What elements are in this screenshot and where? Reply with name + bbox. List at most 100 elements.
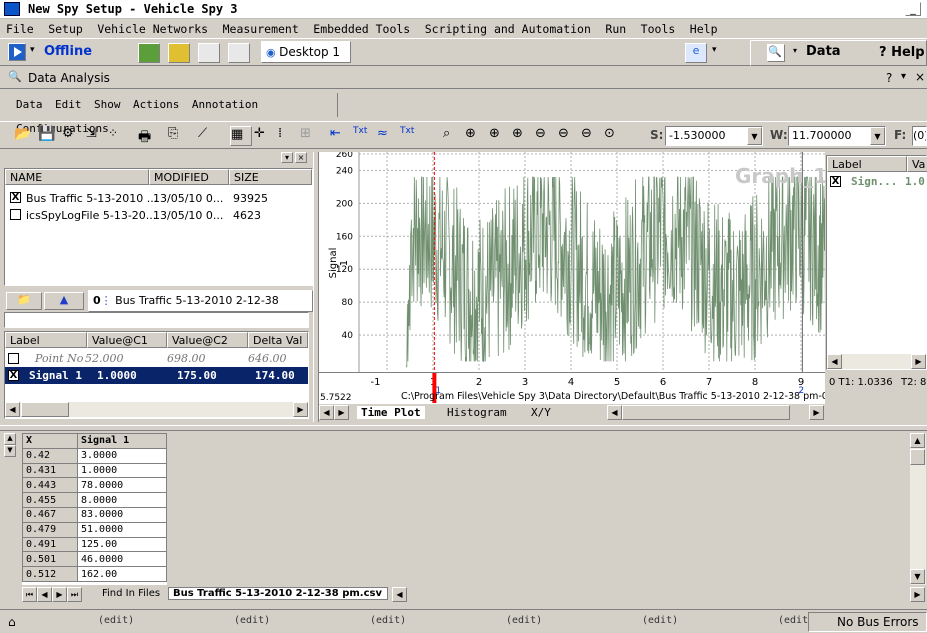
- save-icon[interactable]: [198, 43, 220, 63]
- signal-checkbox[interactable]: X: [8, 370, 19, 381]
- tab-time-plot[interactable]: Time Plot: [357, 406, 425, 419]
- table-row[interactable]: 0.455 8.0000: [22, 492, 167, 508]
- col-value-c1[interactable]: Value@C1: [87, 332, 167, 348]
- zoom-out-x-icon[interactable]: ⊖: [535, 126, 557, 146]
- legend-checkbox[interactable]: X: [830, 176, 841, 187]
- file-row[interactable]: X Bus Traffic 5-13-2010 ... 13/05/10 0..…: [5, 189, 312, 206]
- zoom-in-y-icon[interactable]: ⊕: [489, 126, 511, 146]
- chevron-down-icon[interactable]: ▼: [870, 127, 885, 145]
- file-row[interactable]: icsSpyLogFile 5-13-20... 13/05/10 0... 4…: [5, 206, 312, 223]
- tab-desktop-1[interactable]: ◉ Desktop 1: [261, 41, 351, 63]
- tab-find-in-files[interactable]: Find In Files: [102, 588, 160, 599]
- print-icon[interactable]: 🖶: [138, 126, 160, 146]
- minimize-button[interactable]: _: [905, 2, 921, 16]
- col-name[interactable]: NAME: [5, 169, 149, 185]
- status-edit[interactable]: (edit): [506, 615, 542, 626]
- scroll-thumb[interactable]: [910, 449, 925, 465]
- ie-icon[interactable]: e: [685, 43, 707, 63]
- chevron-down-icon[interactable]: ▾: [30, 45, 35, 55]
- col-modified[interactable]: MODIFIED: [149, 169, 229, 185]
- zoom-in-icon[interactable]: ⊕: [512, 126, 534, 146]
- status-edit[interactable]: (edit): [778, 615, 808, 626]
- file-checkbox[interactable]: X: [10, 192, 21, 203]
- scroll-up-icon[interactable]: ▲: [4, 433, 16, 445]
- menu-data[interactable]: Data: [16, 93, 43, 117]
- desktop-icon[interactable]: [228, 43, 250, 63]
- data-button[interactable]: Data: [806, 44, 841, 59]
- table-row[interactable]: 0.512 162.00: [22, 566, 167, 582]
- status-edit[interactable]: (edit): [98, 615, 134, 626]
- wave-icon[interactable]: ≈: [377, 126, 399, 146]
- zoom-out-y-icon[interactable]: ⊖: [581, 126, 603, 146]
- scroll-left-icon[interactable]: ◀: [5, 402, 20, 417]
- database-icon[interactable]: [168, 43, 190, 63]
- menu-vehicle-networks[interactable]: Vehicle Networks: [97, 20, 208, 38]
- scroll-thumb[interactable]: [622, 405, 790, 420]
- points-icon[interactable]: ⁘: [108, 126, 130, 146]
- menu-actions[interactable]: Actions: [133, 93, 179, 117]
- crosshair-icon[interactable]: ✛: [254, 126, 276, 146]
- grid-icon[interactable]: ▦: [230, 126, 252, 146]
- scroll-left-icon[interactable]: ◀: [827, 354, 842, 369]
- zoom-select-icon[interactable]: ⌕: [443, 126, 465, 146]
- table-row[interactable]: 0.443 78.0000: [22, 477, 167, 494]
- chevron-down-icon[interactable]: ▼: [747, 127, 762, 145]
- col-signal[interactable]: Signal 1: [77, 433, 167, 449]
- last-tab-icon[interactable]: ⏭: [67, 587, 82, 602]
- graph-area[interactable]: 260 240 200 160 120 80 40 Graph_1 Signal 1: [319, 150, 850, 372]
- menu-setup[interactable]: Setup: [48, 20, 83, 38]
- play-icon[interactable]: [8, 43, 26, 61]
- search-icon[interactable]: 🔍: [767, 44, 785, 62]
- file-checkbox[interactable]: [10, 209, 21, 220]
- tab-xy[interactable]: X/Y: [531, 406, 551, 419]
- line-points-icon[interactable]: ⟋: [198, 126, 220, 146]
- text-annotation-icon[interactable]: Txt: [353, 126, 375, 146]
- scroll-left-icon[interactable]: ◀: [319, 405, 334, 420]
- table-row[interactable]: 0.42 3.0000: [22, 447, 167, 464]
- col-label[interactable]: Label: [5, 332, 87, 348]
- prev-tab-icon[interactable]: ◀: [37, 587, 52, 602]
- f-input[interactable]: (0): [912, 126, 927, 146]
- cursor-move-icon[interactable]: ⇤: [330, 126, 352, 146]
- status-edit[interactable]: (edit): [642, 615, 678, 626]
- chevron-down-icon[interactable]: ▾: [793, 46, 797, 55]
- menu-help[interactable]: Help: [690, 20, 718, 38]
- signal-checkbox[interactable]: [8, 353, 19, 364]
- scroll-thumb[interactable]: [21, 402, 69, 417]
- scroll-right-icon[interactable]: ▶: [293, 402, 308, 417]
- text-wave-icon[interactable]: Txt: [400, 126, 422, 146]
- scroll-right-icon[interactable]: ▶: [910, 587, 925, 602]
- save-icon[interactable]: 💾: [38, 126, 60, 146]
- table-row[interactable]: 0.479 51.0000: [22, 521, 167, 538]
- scroll-down-icon[interactable]: ▼: [4, 445, 16, 457]
- scroll-right-icon[interactable]: ▶: [809, 405, 824, 420]
- first-tab-icon[interactable]: ⏮: [22, 587, 37, 602]
- folder-icon[interactable]: 📁: [6, 292, 42, 310]
- scroll-right-icon[interactable]: ▶: [911, 354, 926, 369]
- menu-edit[interactable]: Edit: [55, 93, 82, 117]
- import-icon[interactable]: ⇲: [86, 126, 108, 146]
- close-icon[interactable]: ×: [295, 152, 307, 163]
- h-splitter[interactable]: [0, 425, 927, 431]
- status-edit[interactable]: (edit): [370, 615, 406, 626]
- open-folder-icon[interactable]: 📂: [14, 126, 36, 146]
- zoom-fit-icon[interactable]: ⊞: [300, 126, 322, 146]
- zoom-out-icon[interactable]: ⊖: [558, 126, 580, 146]
- menu-show[interactable]: Show: [94, 93, 121, 117]
- legend-row[interactable]: X Sign... 1.0: [827, 174, 927, 189]
- table-row[interactable]: 0.491 125.00: [22, 536, 167, 553]
- signal-row[interactable]: Point No 52.000 698.00 646.00: [5, 350, 308, 367]
- status-edit[interactable]: (edit): [234, 615, 270, 626]
- help-button[interactable]: ? Help: [879, 45, 925, 60]
- menu-scripting[interactable]: Scripting and Automation: [425, 20, 591, 38]
- menu-run[interactable]: Run: [605, 20, 626, 38]
- menu-measurement[interactable]: Measurement: [223, 20, 299, 38]
- col-delta[interactable]: Delta Val: [248, 332, 308, 348]
- h-scrollbar[interactable]: ◀ ▶: [5, 402, 308, 417]
- tab-bus-traffic-csv[interactable]: Bus Traffic 5-13-2010 2-12-38 pm.csv: [168, 587, 388, 600]
- v-scrollbar[interactable]: ▲ ▼: [910, 433, 926, 585]
- legend-col-label[interactable]: Label: [827, 156, 907, 172]
- scroll-left-icon[interactable]: ◀: [607, 405, 622, 420]
- scroll-right-icon[interactable]: ▶: [334, 405, 349, 420]
- col-size[interactable]: SIZE: [229, 169, 312, 185]
